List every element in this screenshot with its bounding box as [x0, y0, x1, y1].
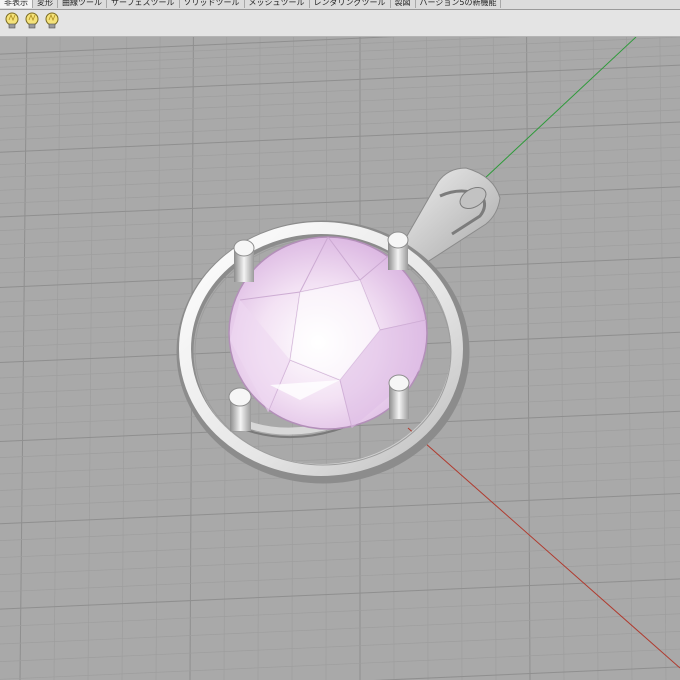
tab-transform[interactable]: 変形 — [33, 0, 58, 8]
prong-top-left — [233, 239, 255, 282]
prong-bottom-right — [388, 374, 410, 419]
perspective-viewport[interactable] — [0, 37, 680, 680]
command-tab-bar: 非表示 変形 曲線ツール サーフェスツール ソリッドツール メッシュツール レン… — [0, 0, 680, 10]
tab-mesh-tools[interactable]: メッシュツール — [245, 0, 310, 8]
tab-hide[interactable]: 非表示 — [0, 0, 33, 8]
light-bulb-icon[interactable] — [3, 12, 21, 30]
light-bulb-icon[interactable] — [43, 12, 61, 30]
light-bulb-icon[interactable] — [23, 12, 41, 30]
tab-solid-tools[interactable]: ソリッドツール — [180, 0, 245, 8]
prong-bottom-left — [228, 387, 252, 431]
tab-new-in-v5[interactable]: バージョン5の新機能 — [416, 0, 502, 8]
viewport-canvas[interactable] — [0, 37, 680, 680]
tab-render-tools[interactable]: レンダリングツール — [310, 0, 391, 8]
toolbar — [0, 10, 680, 37]
tab-drafting[interactable]: 製図 — [391, 0, 416, 8]
tab-curve-tools[interactable]: 曲線ツール — [58, 0, 107, 8]
prong-top-right — [387, 231, 409, 270]
tab-surface-tools[interactable]: サーフェスツール — [107, 0, 180, 8]
